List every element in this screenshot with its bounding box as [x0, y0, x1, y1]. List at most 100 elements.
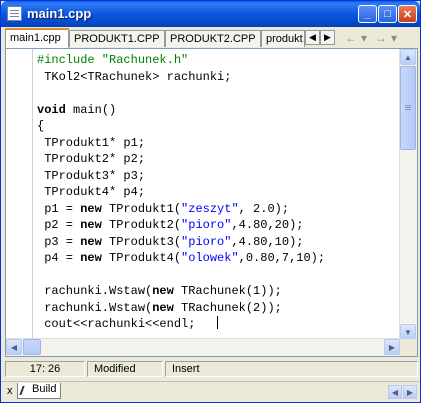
code-text: rachunki.Wstaw( [37, 300, 153, 315]
scroll-up-button[interactable]: ▲ [400, 49, 416, 65]
code-text: TProdukt4* p4; [37, 185, 146, 199]
code-line[interactable]: void main() [37, 102, 401, 119]
code-line[interactable]: p4 = new TProdukt4("olowek",0.80,7,10); [37, 250, 401, 267]
maximize-icon: □ [384, 8, 391, 20]
forward-arrow-icon: → [375, 31, 387, 45]
scroll-right-button[interactable]: ▶ [384, 339, 400, 355]
code-text: p3 = [37, 234, 81, 249]
chevron-down-icon: ▾ [361, 31, 368, 45]
arrow-right-icon: ▶ [388, 342, 396, 352]
arrow-left-icon: ◀ [309, 32, 316, 42]
tab-scroll-left-button[interactable]: ◀ [305, 30, 320, 45]
code-keyword: new [80, 251, 102, 265]
code-string: "olowek" [181, 251, 239, 265]
arrow-right-icon: ▶ [406, 387, 414, 397]
maximize-button[interactable]: □ [378, 5, 397, 23]
modified-indicator: Modified [87, 361, 163, 377]
code-preprocessor: #include "Rachunek.h" [37, 53, 189, 67]
minimize-icon: _ [364, 8, 371, 20]
code-line[interactable]: TProdukt4* p4; [37, 184, 401, 201]
tab-produkt1-cpp[interactable]: PRODUKT1.CPP [69, 30, 165, 47]
code-text: TRachunek(1)); [173, 284, 282, 298]
code-line[interactable]: TKol2<TRachunek> rachunki; [37, 69, 401, 86]
code-text: TProdukt3* p3; [37, 168, 146, 183]
nav-forward-button[interactable]: → [375, 31, 387, 45]
nav-back-button[interactable]: ← [345, 31, 357, 45]
code-text: rachunki.Wstaw( [37, 284, 153, 298]
code-line[interactable]: p2 = new TProdukt2("pioro",4.80,20); [37, 217, 401, 234]
code-line[interactable]: TProdukt1* p1; [37, 135, 401, 152]
code-text: TProdukt2( [101, 218, 182, 232]
code-line[interactable]: { [37, 118, 401, 135]
horizontal-scrollbar[interactable]: ◀ ▶ [6, 338, 400, 356]
vertical-scrollbar[interactable]: ▲ ▼ [399, 49, 417, 340]
code-text: TProdukt3( [101, 234, 182, 249]
cursor-position: 17: 26 [5, 361, 85, 377]
horizontal-scroll-thumb[interactable] [23, 339, 41, 355]
code-text: cout<<rachunki<<endl; [37, 317, 196, 331]
minimize-button[interactable]: _ [358, 5, 377, 23]
code-keyword: new [80, 218, 102, 232]
code-text: ,4.80,20); [231, 218, 304, 232]
code-keyword: void [37, 102, 66, 117]
code-text: TRachunek(2)); [173, 300, 282, 315]
pane-scroll-right-button[interactable]: ▶ [403, 385, 417, 399]
code-keyword: new [152, 284, 174, 298]
insert-mode-indicator: Insert [165, 361, 418, 377]
close-pane-button[interactable]: x [7, 385, 13, 397]
arrow-left-icon: ◀ [10, 342, 18, 352]
scrollbar-corner [400, 339, 417, 356]
code-text: p2 = [37, 218, 81, 232]
window-title: main1.cpp [27, 6, 92, 21]
editor-gutter[interactable] [6, 49, 33, 340]
pane-scroll-left-button[interactable]: ◀ [388, 385, 402, 399]
code-line[interactable]: p1 = new TProdukt1("zeszyt", 2.0); [37, 201, 401, 218]
gutter-divider [32, 49, 33, 340]
scroll-left-button[interactable]: ◀ [6, 339, 22, 355]
editor-window: main1.cpp _ □ ✕ main1.cpp PRODUKT1.CPP P… [0, 0, 421, 403]
code-line[interactable]: cout<<rachunki<<endl; [37, 316, 401, 333]
code-text: p4 = [37, 251, 81, 265]
arrow-left-icon: ◀ [391, 387, 399, 397]
nav-forward-dropdown[interactable]: ▾ [391, 31, 397, 45]
code-area[interactable]: #include "Rachunek.h" TKol2<TRachunek> r… [37, 52, 401, 340]
tab-build-label: Build [32, 383, 57, 395]
title-bar[interactable]: main1.cpp _ □ ✕ [1, 1, 420, 27]
code-line[interactable]: TProdukt2* p2; [37, 151, 401, 168]
code-text: TProdukt4( [101, 251, 182, 265]
code-text: TProdukt2* p2; [37, 152, 146, 166]
close-button[interactable]: ✕ [398, 5, 417, 23]
code-string: "zeszyt" [181, 201, 239, 216]
document-icon [7, 6, 22, 21]
code-line[interactable] [37, 267, 401, 284]
code-text: p1 = [37, 201, 81, 216]
code-line[interactable] [37, 85, 401, 102]
tab-produkt[interactable]: produkt [261, 30, 305, 47]
nav-back-dropdown[interactable]: ▾ [361, 31, 367, 45]
arrow-right-icon: ▶ [324, 32, 331, 42]
code-line[interactable]: rachunki.Wstaw(new TRachunek(1)); [37, 283, 401, 300]
code-line[interactable]: TProdukt3* p3; [37, 168, 401, 185]
arrow-up-icon: ▲ [404, 52, 412, 62]
code-line[interactable]: p3 = new TProdukt3("pioro",4.80,10); [37, 234, 401, 251]
vertical-scroll-thumb[interactable] [400, 66, 416, 150]
code-editor[interactable]: #include "Rachunek.h" TKol2<TRachunek> r… [5, 48, 418, 357]
code-keyword: new [80, 234, 102, 249]
code-line[interactable]: #include "Rachunek.h" [37, 52, 401, 69]
status-bar: 17: 26 Modified Insert [5, 359, 418, 379]
chevron-down-icon: ▾ [391, 31, 398, 45]
code-keyword: new [152, 300, 174, 315]
scroll-down-button[interactable]: ▼ [400, 324, 416, 340]
code-text: ,0.80,7,10); [238, 251, 326, 265]
code-text: ,4.80,10); [231, 234, 304, 249]
tab-scroll-right-button[interactable]: ▶ [320, 30, 335, 45]
code-text: TProdukt1( [101, 201, 182, 216]
tab-produkt2-cpp[interactable]: PRODUKT2.CPP [165, 30, 261, 47]
close-icon: ✕ [402, 8, 413, 21]
code-line[interactable]: rachunki.Wstaw(new TRachunek(2)); [37, 300, 401, 317]
tab-main1-cpp[interactable]: main1.cpp [5, 28, 69, 48]
arrow-down-icon: ▼ [404, 327, 412, 337]
code-text: main() [65, 102, 117, 117]
tab-build[interactable]: Build [17, 383, 62, 399]
code-text: , 2.0); [238, 201, 290, 216]
